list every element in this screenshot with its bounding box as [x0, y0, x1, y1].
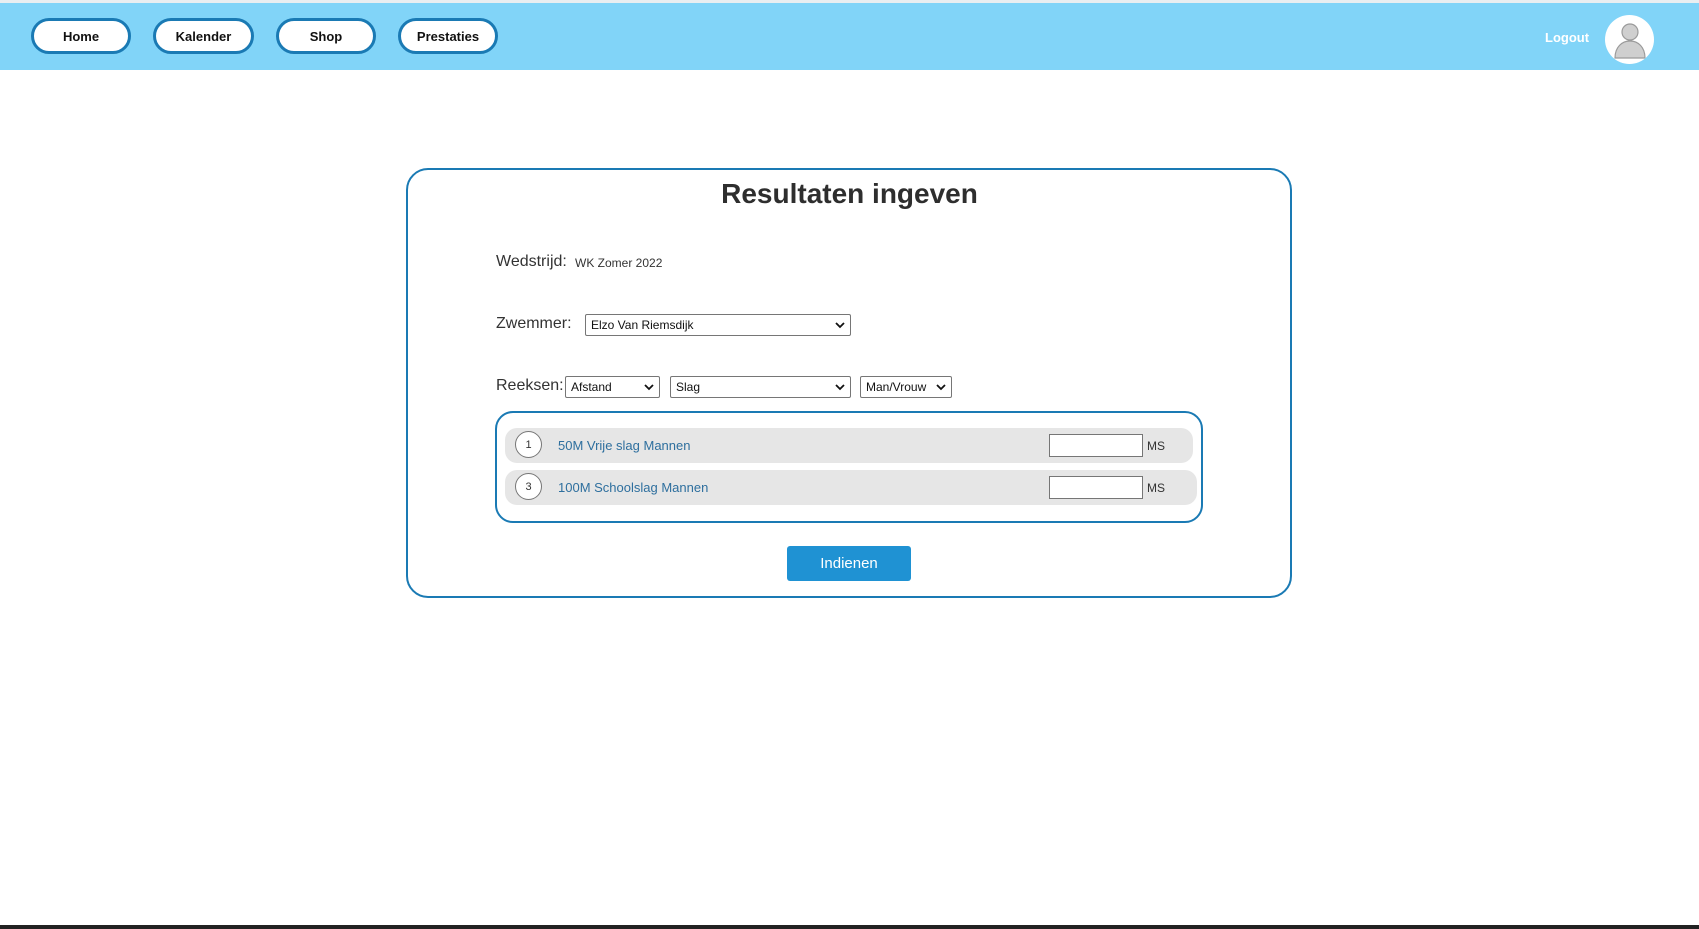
- list-item: 1 50M Vrije slag Mannen MS: [505, 428, 1193, 463]
- list-item: 3 100M Schoolslag Mannen MS: [505, 470, 1197, 505]
- nav-shop-button[interactable]: Shop: [276, 18, 376, 54]
- nav-kalender-button[interactable]: Kalender: [153, 18, 254, 54]
- chevron-down-icon: [934, 380, 948, 394]
- zwemmer-select[interactable]: Elzo Van Riemsdijk: [585, 314, 851, 336]
- afstand-select[interactable]: Afstand: [565, 376, 660, 398]
- reeksen-label: Reeksen:: [496, 377, 564, 394]
- time-input[interactable]: [1049, 434, 1143, 457]
- zwemmer-label: Zwemmer:: [496, 315, 572, 332]
- wedstrijd-label: Wedstrijd:: [496, 253, 567, 270]
- time-unit: MS: [1147, 481, 1165, 495]
- geslacht-select[interactable]: Man/Vrouw: [860, 376, 952, 398]
- user-silhouette-icon: [1613, 22, 1646, 59]
- page-title: Resultaten ingeven: [721, 178, 978, 209]
- submit-button[interactable]: Indienen: [787, 546, 911, 581]
- reeks-label[interactable]: 100M Schoolslag Mannen: [558, 480, 708, 495]
- slag-select-value: Slag: [676, 380, 701, 394]
- time-input[interactable]: [1049, 476, 1143, 499]
- geslacht-select-value: Man/Vrouw: [866, 380, 927, 394]
- chevron-down-icon: [642, 380, 656, 394]
- slag-select[interactable]: Slag: [670, 376, 851, 398]
- nav-home-button[interactable]: Home: [31, 18, 131, 54]
- zwemmer-select-value: Elzo Van Riemsdijk: [591, 318, 694, 332]
- afstand-select-value: Afstand: [571, 380, 612, 394]
- time-unit: MS: [1147, 439, 1165, 453]
- user-avatar-icon[interactable]: [1605, 15, 1654, 64]
- reeks-number: 3: [515, 473, 542, 500]
- reeks-label[interactable]: 50M Vrije slag Mannen: [558, 438, 690, 453]
- chevron-down-icon: [833, 380, 847, 394]
- logout-link[interactable]: Logout: [1545, 30, 1589, 45]
- chevron-down-icon: [833, 318, 847, 332]
- navbar: Home Kalender Shop Prestaties Logout: [0, 3, 1699, 70]
- bottom-bar: [0, 925, 1699, 929]
- nav-prestaties-button[interactable]: Prestaties: [398, 18, 498, 54]
- reeks-number: 1: [515, 431, 542, 458]
- wedstrijd-value: WK Zomer 2022: [575, 256, 663, 270]
